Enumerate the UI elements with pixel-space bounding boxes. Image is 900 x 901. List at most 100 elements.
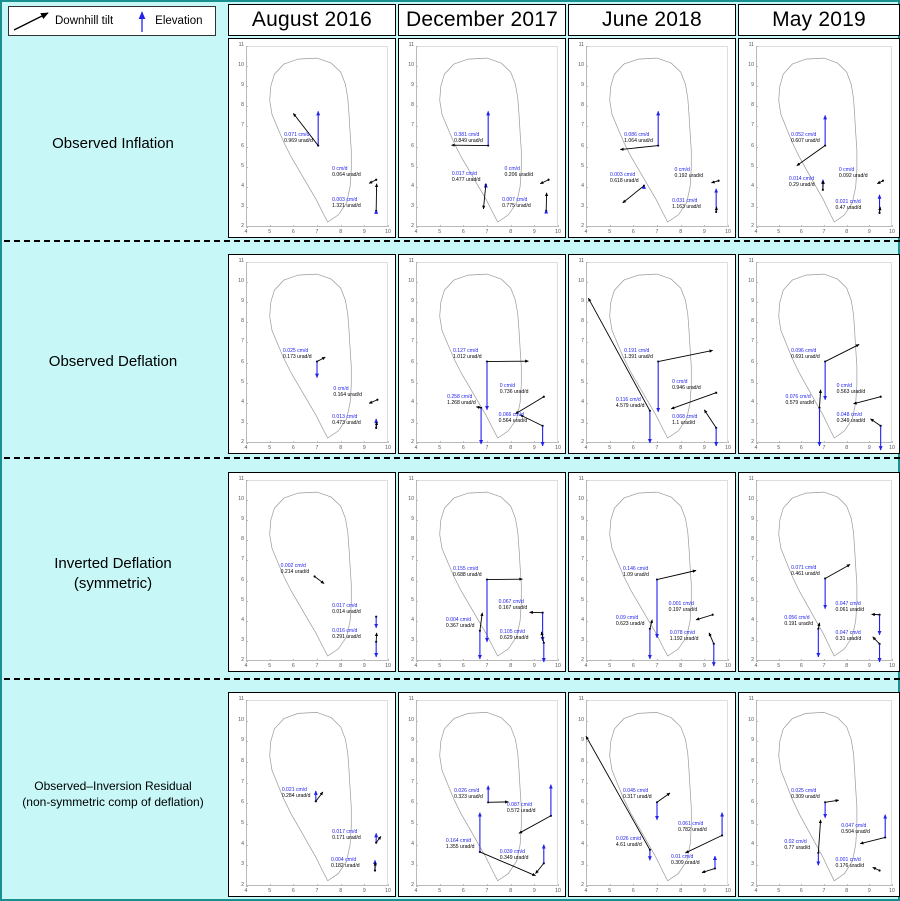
- elevation-value: 0.105 cm/d: [499, 628, 525, 635]
- tilt-vector: [539, 179, 549, 185]
- elevation-value: 0.001 cm/d: [668, 600, 694, 607]
- vector-overlay: [587, 273, 719, 447]
- tilt-value: 0.579 urad/d: [785, 399, 815, 406]
- station-value-label: 0.068 cm/d 1.1 urad/d: [672, 414, 697, 426]
- tilt-value: 0.164 urad/d: [333, 391, 362, 398]
- station-value-label: 0.004 cm/d 0.182 urad/d: [331, 857, 360, 869]
- column-header-1: December 2017: [398, 4, 566, 36]
- vector-overlay: [269, 57, 379, 223]
- panel-observed-inversion-residual-december-2017: 2 3 4 5 6 7 8 9 10 11 4 5 6 7 8 9 10 0.026 cm/d 0.323 urad…: [398, 692, 566, 897]
- panel-inverted-deflation-december-2017: 2 3 4 5 6 7 8 9 10 11 4 5 6 7 8 9 10 0.155 cm/d 0.688 urad…: [398, 472, 566, 672]
- tilt-value: 0.629 urad/d: [499, 634, 529, 641]
- downhill-tilt-icon: [9, 7, 55, 35]
- tilt-value: 0.182 urad/d: [330, 862, 360, 869]
- tilt-vector: [535, 862, 545, 874]
- tilt-value: 0.206 urad/d: [504, 171, 534, 178]
- panel-observed-deflation-august-2016: 2 3 4 5 6 7 8 9 10 11 4 5 6 7 8 9 10 0.025 cm/d 0.173 urad…: [228, 254, 396, 454]
- tilt-value: 0.618 urad/d: [609, 177, 639, 184]
- elevation-value: 0.258 cm/d: [447, 393, 473, 400]
- tilt-value: 0.31 urad/d: [835, 635, 862, 642]
- column-header-label: May 2019: [772, 8, 866, 31]
- station-value-label: 0.127 cm/d 1.012 urad/d: [453, 348, 482, 360]
- vector-overlay: [439, 57, 550, 223]
- station-value-label: 0.048 cm/d 0.349 urad/d: [837, 412, 866, 424]
- tilt-vector: [708, 632, 715, 645]
- tilt-vector: [685, 834, 723, 854]
- vector-overlay: [269, 712, 382, 882]
- station-value-label: 0 cm/d 0.064 urad/d: [332, 166, 361, 178]
- tilt-value: 0.192 urad/d: [674, 172, 704, 179]
- elevation-value: 0.078 cm/d: [669, 629, 695, 636]
- column-header-3: May 2019: [738, 4, 900, 36]
- tilt-value: 0.775 urad/d: [502, 202, 531, 209]
- elevation-value: 0.164 cm/d: [445, 837, 472, 844]
- station-value-label: 0.086 cm/d 1.064 urad/d: [624, 132, 653, 144]
- elevation-value: 0.047 cm/d: [835, 600, 861, 607]
- station-value-label: 0 cm/d 0.563 urad/d: [837, 383, 866, 395]
- elevation-value: 0.003 cm/d: [609, 171, 636, 178]
- elevation-label: Elevation: [155, 15, 203, 27]
- elevation-value: 0.004 cm/d: [445, 616, 472, 623]
- station-value-label: 0.052 cm/d 0.607 urad/d: [791, 132, 820, 144]
- station-value-label: 0.014 cm/d 0.29 urad/d: [789, 176, 815, 188]
- station-value-label: 0 cm/d 0.192 urad/d: [675, 167, 704, 179]
- row-label-inverted-deflation: Inverted Deflation (symmetric): [6, 554, 220, 595]
- elevation-value: 0.001 cm/d: [835, 856, 861, 863]
- vector-overlay: [269, 491, 379, 658]
- tilt-vector: [817, 622, 821, 629]
- tilt-value: 0.092 urad/d: [838, 172, 868, 179]
- tilt-vector: [315, 791, 324, 802]
- tilt-value: 0.572 urad/d: [506, 807, 536, 814]
- panel-observed-inflation-may-2019: 2 3 4 5 6 7 8 9 10 11 4 5 6 7 8 9 10 0.052 cm/d 0.607 urad…: [738, 38, 900, 238]
- tilt-value: 0.736 urad/d: [499, 388, 529, 395]
- vector-overlay: [609, 57, 720, 223]
- tilt-vector: [368, 179, 377, 184]
- station-value-label: 0.017 cm/d 0.477 urad/d: [452, 171, 481, 183]
- tilt-vector: [872, 866, 880, 871]
- tilt-vector: [859, 836, 886, 845]
- elevation-value: 0.067 cm/d: [498, 598, 524, 605]
- station-value-label: 0 cm/d 0.736 urad/d: [500, 383, 529, 395]
- vector-overlay: [269, 273, 379, 439]
- tilt-value: 0.176 urad/d: [835, 862, 865, 869]
- tilt-vector: [658, 349, 713, 362]
- station-value-label: 0.021 cm/d 0.47 urad/d: [836, 199, 862, 211]
- panel-observed-inversion-residual-may-2019: 2 3 4 5 6 7 8 9 10 11 4 5 6 7 8 9 10 0.025 cm/d 0.309 urad…: [738, 692, 900, 897]
- row-label-residual: Observed–Inversion Residual (non-symmetr…: [6, 778, 220, 810]
- station-value-label: 0.025 cm/d 0.309 urad/d: [791, 788, 820, 800]
- vector-overlay: [439, 491, 546, 663]
- tilt-vector: [872, 636, 880, 645]
- station-value-label: 0.002 cm/d 0.214 urad/d: [281, 563, 310, 575]
- row-separator-3: [4, 678, 900, 680]
- column-header-label: August 2016: [251, 8, 373, 31]
- station-value-label: 0.007 cm/d 0.775 urad/d: [502, 197, 531, 209]
- row-label-line1: Observed Deflation: [48, 353, 178, 370]
- station-value-label: 0.047 cm/d 0.061 urad/d: [836, 601, 865, 613]
- station-value-label: 0 cm/d 0.206 urad/d: [505, 166, 534, 178]
- tilt-value: 0.563 urad/d: [836, 388, 866, 395]
- station-value-label: 0.004 cm/d 0.367 urad/d: [446, 617, 475, 629]
- tilt-vector: [649, 619, 654, 629]
- elevation-value: 0.056 cm/d: [784, 614, 810, 621]
- downhill-tilt-label: Downhill tilt: [55, 15, 114, 27]
- tilt-value: 1.321 urad/d: [332, 202, 361, 209]
- tilt-value: 1.064 urad/d: [624, 137, 653, 144]
- tilt-value: 1.355 urad/d: [445, 843, 475, 850]
- station-value-label: 0.191 cm/d 1.391 urad/d: [624, 348, 653, 360]
- tilt-value: 0.309 urad/d: [791, 794, 820, 801]
- elevation-value: 0.002 cm/d: [280, 562, 306, 569]
- panel-observed-inflation-december-2017: 2 3 4 5 6 7 8 9 10 11 4 5 6 7 8 9 10 0.381 cm/d 0.849 urad…: [398, 38, 566, 238]
- station-value-label: 0.258 cm/d 1.268 urad/d: [447, 394, 476, 406]
- elevation-value: 0.004 cm/d: [330, 856, 357, 863]
- panel-observed-deflation-may-2019: 2 3 4 5 6 7 8 9 10 11 4 5 6 7 8 9 10 0.096 cm/d 0.691 urad…: [738, 254, 900, 454]
- station-value-label: 0.09 cm/d 0.623 urad/d: [616, 615, 645, 627]
- elevation-value: 0.025 cm/d: [283, 347, 309, 354]
- tilt-vector: [824, 564, 851, 579]
- tilt-value: 0.284 urad/d: [281, 793, 311, 800]
- tilt-value: 0.849 urad/d: [454, 137, 483, 144]
- tilt-vector: [817, 819, 822, 853]
- tilt-value: 0.191 urad/d: [784, 620, 813, 627]
- tilt-value: 4.61 urad/d: [615, 841, 642, 848]
- tilt-value: 1.09 urad/d: [623, 571, 649, 578]
- row-label-line1: Observed Inflation: [52, 135, 174, 152]
